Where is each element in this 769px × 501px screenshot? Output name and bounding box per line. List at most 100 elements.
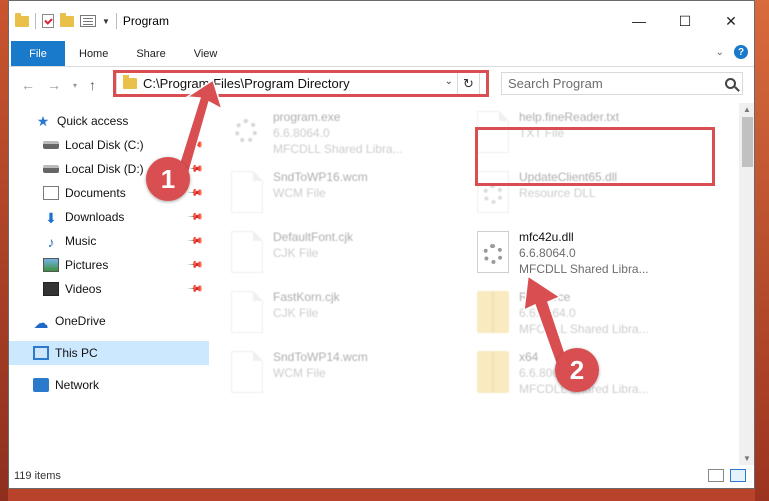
file-item[interactable]: UpdateClient65.dll Resource DLL bbox=[465, 167, 701, 221]
address-path[interactable]: C:\Program Files\Program Directory bbox=[143, 76, 350, 91]
file-type: CJK File bbox=[273, 306, 319, 320]
sidebar-item-label: Network bbox=[55, 378, 100, 392]
pin-icon[interactable]: 📌 bbox=[186, 281, 203, 298]
file-name: SndToWP16.wcm bbox=[273, 170, 368, 184]
file-version: 6.6.8064.0 bbox=[273, 126, 330, 140]
status-bar: 119 items bbox=[9, 464, 754, 488]
file-name: program.exe bbox=[273, 110, 341, 124]
maximize-button[interactable]: ☐ bbox=[662, 1, 708, 41]
minimize-button[interactable]: — bbox=[616, 1, 662, 41]
vertical-scrollbar[interactable]: ▲ ▼ bbox=[739, 103, 754, 465]
address-bar[interactable]: C:\Program Files\Program Directory ⌄ ↻ bbox=[116, 72, 480, 95]
refresh-icon[interactable]: ↻ bbox=[457, 73, 479, 94]
content-area: ★ Quick access Local Disk (C:) 📌 Local D… bbox=[9, 103, 754, 465]
window-controls: — ☐ ✕ bbox=[616, 1, 754, 41]
file-item[interactable]: program.exe 6.6.8064.0 MFCDLL Shared Lib… bbox=[219, 107, 455, 161]
file-item[interactable]: Resource 6.6.8064.0 MFCDLL Shared Libra.… bbox=[465, 287, 701, 341]
up-arrow-icon[interactable]: ↑ bbox=[89, 77, 96, 93]
scroll-up-icon[interactable]: ▲ bbox=[743, 105, 751, 114]
scrollbar-thumb[interactable] bbox=[742, 117, 753, 167]
scroll-down-icon[interactable]: ▼ bbox=[743, 454, 751, 463]
tab-file[interactable]: File bbox=[11, 41, 65, 66]
cloud-icon: ☁ bbox=[33, 315, 49, 332]
sidebar-item-label: Music bbox=[65, 234, 97, 248]
file-description: MFCDLL Shared Libra... bbox=[273, 142, 403, 156]
expand-ribbon-chevron-icon[interactable]: ⌄ bbox=[716, 47, 724, 58]
search-input[interactable]: Search Program bbox=[508, 76, 603, 91]
file-item-mfc42u-dll[interactable]: mfc42u.dll 6.6.8064.0 MFCDLL Shared Libr… bbox=[465, 227, 701, 281]
file-type: WCM File bbox=[273, 366, 326, 380]
file-item[interactable]: SndToWP16.wcm WCM File bbox=[219, 167, 455, 221]
desktop-background-left bbox=[0, 0, 8, 501]
videos-icon bbox=[43, 282, 59, 296]
ribbon-tabs: File Home Share View ⌄ ? bbox=[9, 41, 754, 67]
large-icons-view-icon[interactable] bbox=[730, 469, 746, 482]
sidebar-item-label: Local Disk (D:) bbox=[65, 162, 144, 176]
sidebar-item-quick-access[interactable]: ★ Quick access bbox=[9, 109, 209, 133]
details-view-icon[interactable] bbox=[708, 469, 724, 482]
sidebar-item-downloads[interactable]: ⬇ Downloads 📌 bbox=[9, 205, 209, 229]
sidebar-item-videos[interactable]: Videos 📌 bbox=[9, 277, 209, 301]
tab-share[interactable]: Share bbox=[122, 41, 179, 66]
properties-icon[interactable] bbox=[80, 15, 96, 27]
ribbon-right-controls: ⌄ ? bbox=[716, 45, 748, 59]
sidebar-item-local-disk-c[interactable]: Local Disk (C:) 📌 bbox=[9, 133, 209, 157]
sidebar-item-label: OneDrive bbox=[55, 314, 106, 328]
file-version: 6.6.8064.0 bbox=[519, 246, 576, 260]
file-name: Resource bbox=[519, 290, 571, 304]
file-item[interactable]: FastKorn.cjk CJK File bbox=[219, 287, 455, 341]
file-item[interactable]: DefaultFont.cjk CJK File bbox=[219, 227, 455, 281]
file-version: 6.6.8064.0 bbox=[519, 306, 576, 320]
pin-icon[interactable]: 📌 bbox=[186, 209, 203, 226]
customize-toolbar-chevron-icon[interactable]: ▼ bbox=[102, 17, 110, 26]
toolbar-divider bbox=[35, 13, 36, 29]
properties-check-icon[interactable] bbox=[42, 14, 54, 28]
sidebar-item-network[interactable]: Network bbox=[9, 373, 209, 397]
sidebar-item-label: Videos bbox=[65, 282, 102, 296]
back-arrow-icon[interactable]: ← bbox=[21, 77, 35, 93]
pin-icon[interactable]: 📌 bbox=[186, 233, 203, 250]
sidebar-item-label: This PC bbox=[55, 346, 98, 360]
desktop-background-right bbox=[755, 0, 769, 501]
sidebar-item-music[interactable]: ♪ Music 📌 bbox=[9, 229, 209, 253]
quick-access-toolbar: ▼ bbox=[9, 12, 117, 29]
pin-icon[interactable]: 📌 bbox=[186, 257, 203, 274]
forward-arrow-icon[interactable]: → bbox=[47, 77, 61, 93]
item-count: 119 items bbox=[14, 470, 61, 482]
file-type: CJK File bbox=[273, 246, 319, 260]
file-item[interactable]: help.fineReader.txt TXT File bbox=[465, 107, 701, 161]
file-icon bbox=[231, 291, 263, 333]
file-description: MFCDLL Shared Libra... bbox=[519, 262, 649, 276]
search-icon[interactable] bbox=[725, 78, 736, 89]
file-icon bbox=[231, 171, 263, 213]
file-type: TXT File bbox=[519, 126, 565, 140]
downloads-icon: ⬇ bbox=[45, 210, 57, 226]
disk-icon bbox=[43, 165, 59, 173]
dll-file-icon bbox=[477, 231, 509, 273]
file-item[interactable]: SndToWP14.wcm WCM File bbox=[219, 347, 455, 401]
pin-icon[interactable]: 📌 bbox=[186, 137, 203, 154]
zipped-folder-icon bbox=[477, 291, 509, 333]
disk-icon bbox=[43, 141, 59, 149]
explorer-window: ▼ Program — ☐ ✕ File Home Share View ⌄ ?… bbox=[8, 0, 755, 489]
recent-locations-chevron-icon[interactable]: ▾ bbox=[73, 81, 77, 90]
pin-icon[interactable]: 📌 bbox=[186, 185, 203, 202]
tab-view[interactable]: View bbox=[180, 41, 232, 66]
file-name: mfc42u.dll bbox=[519, 230, 574, 244]
sidebar-item-label: Pictures bbox=[65, 258, 109, 272]
callout-1: 1 bbox=[146, 157, 190, 201]
tab-home[interactable]: Home bbox=[65, 41, 122, 66]
sidebar-item-onedrive[interactable]: ☁ OneDrive bbox=[9, 309, 209, 333]
sidebar-item-this-pc[interactable]: This PC bbox=[9, 341, 209, 365]
help-icon[interactable]: ? bbox=[734, 45, 748, 59]
close-button[interactable]: ✕ bbox=[708, 1, 754, 41]
sidebar-item-label: Quick access bbox=[57, 114, 129, 128]
pictures-icon bbox=[43, 258, 59, 272]
sidebar-item-pictures[interactable]: Pictures 📌 bbox=[9, 253, 209, 277]
file-name: UpdateClient65.dll bbox=[519, 170, 618, 184]
new-folder-icon[interactable] bbox=[60, 12, 74, 27]
search-box[interactable]: Search Program bbox=[501, 72, 743, 95]
address-dropdown-chevron-icon[interactable]: ⌄ bbox=[445, 76, 453, 87]
